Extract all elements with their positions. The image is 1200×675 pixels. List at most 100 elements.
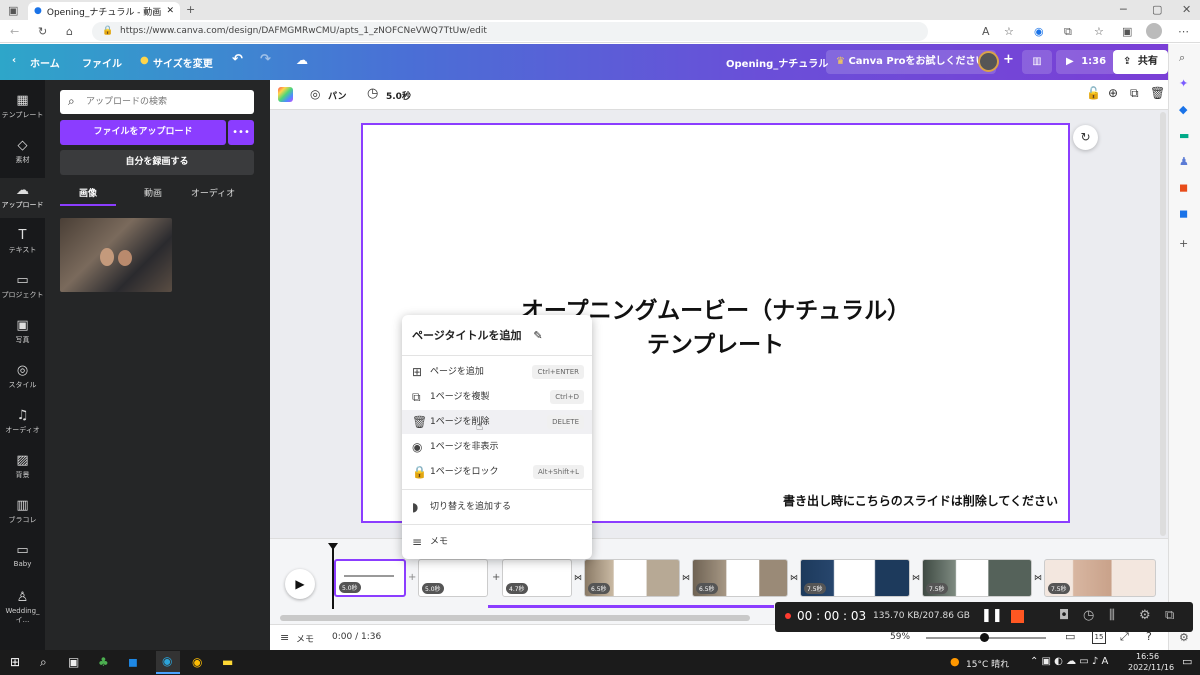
close-window-icon[interactable]: ✕ xyxy=(1182,4,1191,15)
slide-delete-note[interactable]: 書き出し時にこちらのスライドは削除してください xyxy=(783,492,1058,509)
transition-icon[interactable]: ⋈ xyxy=(682,573,690,582)
sidebar-settings-icon[interactable]: ⚙ xyxy=(1179,632,1189,643)
profile-avatar[interactable] xyxy=(1146,23,1162,39)
rail-item-7[interactable]: ♫ オーディオ xyxy=(0,403,45,443)
rail-item-0[interactable]: ▦ テンプレート xyxy=(0,88,45,128)
file-menu-button[interactable]: ファイル xyxy=(82,55,122,70)
zoom-slider-handle[interactable] xyxy=(980,633,989,642)
resize-button[interactable]: サイズを変更 xyxy=(153,55,213,70)
timeline-page-5[interactable]: 6.5秒 xyxy=(692,559,788,597)
edge-browser-taskbar-button[interactable]: ◉ xyxy=(156,651,180,674)
transition-icon[interactable]: ⋈ xyxy=(790,573,798,582)
more-menu-icon[interactable]: ⋯ xyxy=(1178,26,1189,37)
present-play-button[interactable]: ▶ 1:36 xyxy=(1056,50,1117,74)
fullscreen-icon[interactable]: ⤢ xyxy=(1120,630,1129,644)
transition-icon[interactable]: ⋈ xyxy=(1034,573,1042,582)
add-page-title[interactable]: ページタイトルを追加 ✎ xyxy=(412,327,543,343)
undo-icon[interactable]: ↶ xyxy=(232,52,243,67)
back-icon[interactable]: ← xyxy=(10,26,19,37)
minimize-icon[interactable]: ─ xyxy=(1120,4,1127,15)
animate-icon[interactable]: ◎ xyxy=(310,87,320,101)
duplicate-page-icon[interactable]: ⧉ xyxy=(1130,86,1139,101)
upload-more-options-button[interactable]: ••• xyxy=(228,120,254,145)
tab-audio[interactable]: オーディオ xyxy=(185,186,241,206)
add-page-icon[interactable]: ⊕ xyxy=(1108,86,1118,100)
try-canva-pro-button[interactable]: ♛ Canva Proをお試しください xyxy=(826,50,996,74)
transition-icon[interactable]: ⋈ xyxy=(912,573,920,582)
rail-item-2[interactable]: ☁ アップロード xyxy=(0,178,45,218)
menu-item-notes[interactable]: ≡ メモ xyxy=(402,530,592,554)
new-tab-icon[interactable]: + xyxy=(186,4,195,15)
add-transition-icon[interactable]: + xyxy=(408,572,416,583)
page-grid-button[interactable]: 15 xyxy=(1092,630,1106,644)
read-aloud-icon[interactable]: A xyxy=(982,26,990,37)
menu-item-delete-page[interactable]: 🗑 1ページを削除 DELETE ☝ xyxy=(402,410,592,434)
workspace-scrollbar[interactable] xyxy=(1160,112,1166,536)
color-picker-icon[interactable] xyxy=(278,87,293,102)
search-icon[interactable]: ⌕ xyxy=(40,655,47,670)
collections-icon[interactable]: ▣ xyxy=(1122,26,1132,37)
notes-icon[interactable]: ≡ xyxy=(280,631,289,644)
add-collaborator-icon[interactable]: + xyxy=(1003,52,1014,67)
page-duration-button[interactable]: 5.0秒 xyxy=(386,89,411,102)
draw-tool-icon[interactable]: ⫼ xyxy=(1109,608,1115,623)
timeline-page-7[interactable]: 7.5秒 xyxy=(922,559,1032,597)
stop-recording-icon[interactable] xyxy=(1011,610,1024,623)
share-button[interactable]: ⇪ 共有 xyxy=(1113,50,1168,74)
windows-start-icon[interactable]: ⊞ xyxy=(10,655,20,669)
favorite-star-icon[interactable]: ☆ xyxy=(1004,26,1014,37)
menu-item-duplicate-page[interactable]: ⧉ 1ページを複製 Ctrl+D xyxy=(402,385,592,409)
shopping-icon[interactable]: ◆ xyxy=(1179,104,1187,115)
screenshot-icon[interactable]: ◘ xyxy=(1059,608,1069,623)
minimize-recorder-icon[interactable]: ⧉ xyxy=(1165,608,1174,623)
notes-button[interactable]: メモ xyxy=(296,632,314,645)
outlook-icon[interactable]: ◼ xyxy=(1179,208,1188,219)
games-icon[interactable]: ♟ xyxy=(1179,156,1189,167)
timeline-page-1[interactable]: 5.0秒 xyxy=(334,559,406,597)
timer-icon[interactable]: ◷ xyxy=(1083,608,1094,623)
add-transition-icon[interactable]: + xyxy=(492,572,500,583)
menu-item-hide-page[interactable]: ◉ 1ページを非表示 xyxy=(402,435,592,459)
delete-page-icon[interactable]: 🗑 xyxy=(1150,86,1165,100)
menu-item-add-transition[interactable]: ◗ 切り替えを追加する xyxy=(402,495,592,519)
extension-icon[interactable]: ◉ xyxy=(1034,26,1044,37)
timer-icon[interactable]: ◷ xyxy=(367,86,378,101)
file-explorer-icon[interactable]: ▬ xyxy=(222,655,233,669)
refresh-suggestion-button[interactable]: ↻ xyxy=(1073,125,1098,150)
reload-icon[interactable]: ↻ xyxy=(38,26,47,37)
discover-icon[interactable]: ✦ xyxy=(1179,78,1188,89)
office-icon[interactable]: ◼ xyxy=(1179,182,1188,193)
back-chevron-icon[interactable]: ‹ xyxy=(12,55,16,66)
app-icon[interactable]: ♣ xyxy=(98,655,109,669)
lock-icon[interactable]: 🔓 xyxy=(1086,86,1101,100)
system-tray-icons[interactable]: ⌃ ▣ ◐ ☁ ▭ ♪ A xyxy=(1030,656,1108,667)
tab-videos[interactable]: 動画 xyxy=(125,186,181,206)
url-field[interactable]: 🔒 https://www.canva.com/design/DAFMGMRwC… xyxy=(92,22,928,41)
timeline-page-3[interactable]: 4.7秒 xyxy=(502,559,572,597)
rail-item-8[interactable]: ▨ 背景 xyxy=(0,448,45,488)
rail-item-5[interactable]: ▣ 写真 xyxy=(0,313,45,353)
add-sidebar-icon[interactable]: + xyxy=(1179,238,1188,249)
timeline-page-2[interactable]: 5.0秒 xyxy=(418,559,488,597)
tab-actions-icon[interactable]: ▣ xyxy=(8,5,18,16)
task-view-icon[interactable]: ▣ xyxy=(68,655,79,669)
timeline-page-6[interactable]: 7.5秒 xyxy=(800,559,910,597)
redo-icon[interactable]: ↷ xyxy=(260,52,271,67)
rail-item-6[interactable]: ◎ スタイル xyxy=(0,358,45,398)
record-yourself-button[interactable]: 自分を録画する xyxy=(60,150,254,175)
tools-icon[interactable]: ▬ xyxy=(1179,130,1189,141)
rail-item-11[interactable]: ♙ Wedding_イ... xyxy=(0,585,45,625)
menu-item-add-page[interactable]: ⊞ ページを追加 Ctrl+ENTER xyxy=(402,360,592,384)
search-icon[interactable]: ⌕ xyxy=(1179,52,1185,63)
zoom-percentage[interactable]: 59% xyxy=(890,632,910,642)
maximize-icon[interactable]: ▢ xyxy=(1152,4,1162,15)
rail-item-1[interactable]: ◇ 素材 xyxy=(0,133,45,173)
playhead-handle[interactable] xyxy=(328,543,338,550)
upload-files-button[interactable]: ファイルをアップロード xyxy=(60,120,226,145)
pan-animation-button[interactable]: パン xyxy=(328,89,346,102)
menu-item-lock-page[interactable]: 🔒 1ページをロック Alt+Shift+L xyxy=(402,460,592,484)
upload-search-input[interactable] xyxy=(86,93,246,111)
timeline-page-4[interactable]: 6.5秒 xyxy=(584,559,680,597)
audio-track-bar[interactable] xyxy=(488,605,774,608)
rail-item-3[interactable]: T テキスト xyxy=(0,223,45,263)
